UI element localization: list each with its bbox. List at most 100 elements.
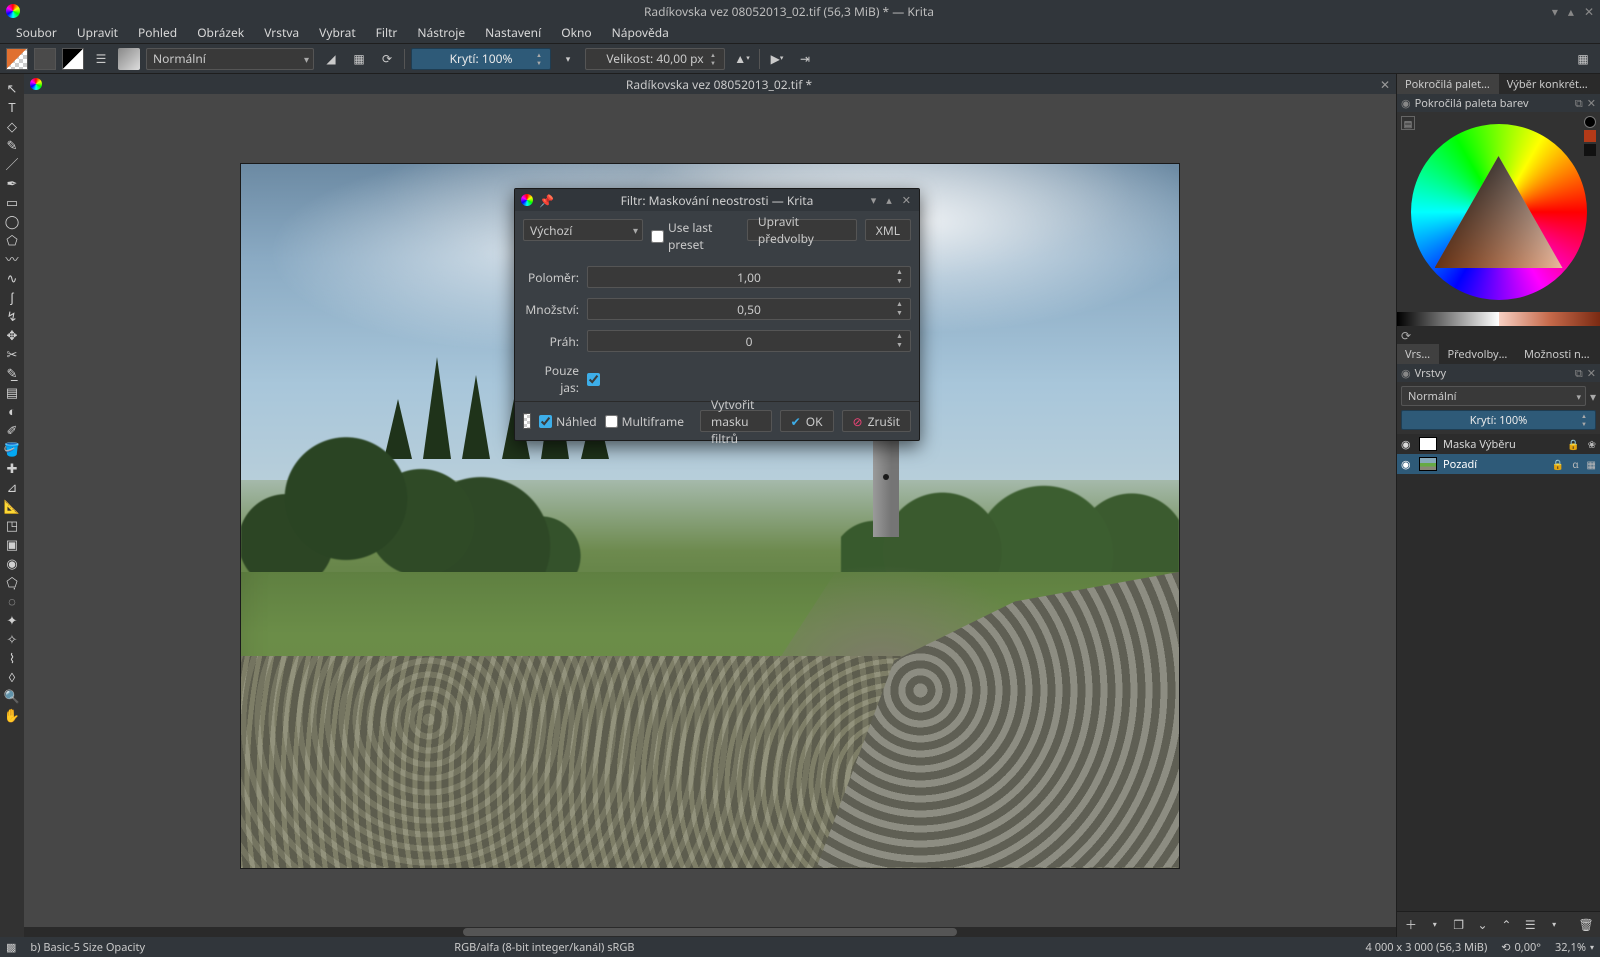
dialog-titlebar[interactable]: 📌 Filtr: Maskování neostrosti — Krita ▾ … [515,189,919,211]
dialog-close-icon[interactable]: ✕ [900,193,913,208]
cancel-button[interactable]: ⊘Zrušit [842,410,911,432]
refresh-layers-icon[interactable]: ⟳ [1401,327,1411,344]
tool-assistants[interactable]: ⊿ [2,477,22,496]
move-layer-up-icon[interactable]: ⌃ [1499,916,1515,933]
rotate-icon[interactable]: ⟲ [1501,940,1510,955]
brushsize-input[interactable]: Velikost: 40,00 px▲▼ [585,48,725,70]
pattern-swatch[interactable] [34,48,56,70]
menu-okno[interactable]: Okno [551,21,601,44]
tool-rectangle[interactable]: ▭ [2,192,22,211]
layer-filter-icon[interactable]: ▾ [1590,388,1596,405]
tool-dynamic-brush[interactable]: ↯ [2,306,22,325]
horizontal-scrollbar[interactable] [24,927,1396,937]
tool-color-sampler[interactable]: ✐ [2,420,22,439]
window-maximize-button[interactable]: ▴ [1568,3,1574,20]
tool-pan[interactable]: ✋ [2,705,22,724]
wrap-around-icon[interactable]: ⇥ [794,48,816,70]
document-tab-title[interactable]: Radíkovska vez 08052013_02.tif * [42,76,1396,93]
dialog-minimize-icon[interactable]: ▾ [869,193,879,208]
edit-presets-button[interactable]: Upravit předvolby [747,219,857,241]
add-layer-icon[interactable]: ＋ [1403,916,1419,933]
current-fg-swatch[interactable] [1584,130,1596,142]
mirror-horizontal-icon[interactable]: ▲▾ [731,48,753,70]
tool-fill[interactable]: 🪣 [2,439,22,458]
menu-nastaveni[interactable]: Nastavení [475,21,551,44]
preview-checkbox[interactable]: Náhled [539,413,597,430]
zoom-dropdown-icon[interactable]: ▾ [1590,942,1594,953]
tool-magnetic-select[interactable]: ◊ [2,667,22,686]
menu-soubor[interactable]: Soubor [6,21,67,44]
tool-ellipse[interactable]: ◯ [2,211,22,230]
eraser-mode-icon[interactable]: ◢ [320,48,342,70]
tool-polyline[interactable]: 〰 [2,249,22,268]
tab-advanced-palette[interactable]: Pokročilá paleta barev [1397,74,1499,94]
layer-lock-icon[interactable]: 🔒 [1567,437,1579,451]
xml-button[interactable]: XML [865,219,911,241]
color-history-icon[interactable] [1584,116,1596,128]
brush-preset-icon[interactable] [118,48,140,70]
preset-select[interactable]: Výchozí [523,219,643,241]
tab-layers[interactable]: Vrstvy [1397,344,1439,364]
alpha-lock-icon[interactable]: ▦ [348,48,370,70]
workspace-chooser-icon[interactable]: ▦ [1572,48,1594,70]
tool-transform[interactable]: T [2,97,22,116]
layer-properties-icon[interactable]: ☰ [1522,916,1538,933]
tool-freehand-path[interactable]: ʃ [2,287,22,306]
menu-upravit[interactable]: Upravit [67,21,128,44]
opacity-slider[interactable]: Krytí: 100%▲▼ [411,48,551,70]
layer-visibility-icon[interactable]: ◉ [1401,437,1413,452]
tool-reference[interactable]: ◳ [2,515,22,534]
tool-smart-patch[interactable]: ✚ [2,458,22,477]
layer-props-icon[interactable]: ❀ [1588,437,1596,451]
dialog-pin-icon[interactable]: 📌 [539,192,554,209]
tool-multibrush[interactable]: ✥ [2,325,22,344]
close-docker-icon[interactable]: ✕ [1587,96,1596,111]
tool-freehand-select[interactable]: ◌ [2,591,22,610]
tool-rect-select[interactable]: ▣ [2,534,22,553]
layer-props-icon[interactable]: ▦ [1587,457,1596,471]
tool-bezier[interactable]: ∿ [2,268,22,287]
tool-text[interactable]: ✎̲ [2,363,22,382]
color-config-icon[interactable]: ▤ [1401,116,1415,130]
tool-similar-select[interactable]: ✧ [2,629,22,648]
current-bg-swatch[interactable] [1584,144,1596,156]
blendmode-select[interactable]: Normální [146,48,314,70]
move-layer-down-icon[interactable]: ⌄ [1475,916,1491,933]
threshold-input[interactable]: 0▲▼ [587,330,911,352]
float-layers-docker-icon[interactable]: ⧉ [1575,366,1583,381]
color-triangle[interactable] [1435,156,1563,268]
lock-docker-icon[interactable]: ◉ [1401,96,1411,111]
close-layers-docker-icon[interactable]: ✕ [1587,366,1596,381]
window-close-button[interactable]: ✕ [1584,3,1594,20]
create-filter-mask-button[interactable]: Vytvořit masku filtrů [700,410,772,432]
tab-brush-presets[interactable]: Předvolby št… [1439,344,1515,364]
color-wheel[interactable] [1411,124,1587,300]
reload-brush-icon[interactable]: ⟳ [376,48,398,70]
tool-edit-shapes[interactable]: ✂ [2,344,22,363]
layer-lock-icon[interactable]: 🔒 [1552,457,1564,471]
menu-filtr[interactable]: Filtr [366,21,408,44]
multiframe-checkbox[interactable]: Multiframe [605,413,684,430]
menu-obrazek[interactable]: Obrázek [187,21,254,44]
mirror-vertical-icon[interactable]: ▶▾ [766,48,788,70]
tool-zoom[interactable]: 🔍 [2,686,22,705]
tab-specific-color[interactable]: Výběr konkrétní barvy [1499,74,1600,94]
add-layer-dropdown-icon[interactable]: ▾ [1427,919,1443,930]
layer-visibility-icon[interactable]: ◉ [1401,457,1413,472]
menu-vrstva[interactable]: Vrstva [254,21,309,44]
selection-mode-icon[interactable]: ▩ [6,940,16,955]
status-zoom[interactable]: 32,1% [1555,940,1586,955]
tool-crop[interactable]: ◇ [2,116,22,135]
ok-button[interactable]: ✔OK [780,410,834,432]
use-last-preset-checkbox[interactable]: Use last preset [651,219,739,253]
tool-ellipse-select[interactable]: ◉ [2,553,22,572]
lock-layers-docker-icon[interactable]: ◉ [1401,366,1411,381]
tool-measure[interactable]: 📐 [2,496,22,515]
layer-row-mask[interactable]: ◉ Maska Výběru 🔒 ❀ [1397,434,1600,454]
tool-calligraphy[interactable]: ✒ [2,173,22,192]
tool-pattern-edit[interactable]: ▤ [2,382,22,401]
menu-pohled[interactable]: Pohled [128,21,187,44]
float-docker-icon[interactable]: ⧉ [1575,96,1583,111]
tab-tool-options[interactable]: Možnosti nást… [1516,344,1600,364]
tool-gradient-edit[interactable]: ◐ [2,401,22,420]
